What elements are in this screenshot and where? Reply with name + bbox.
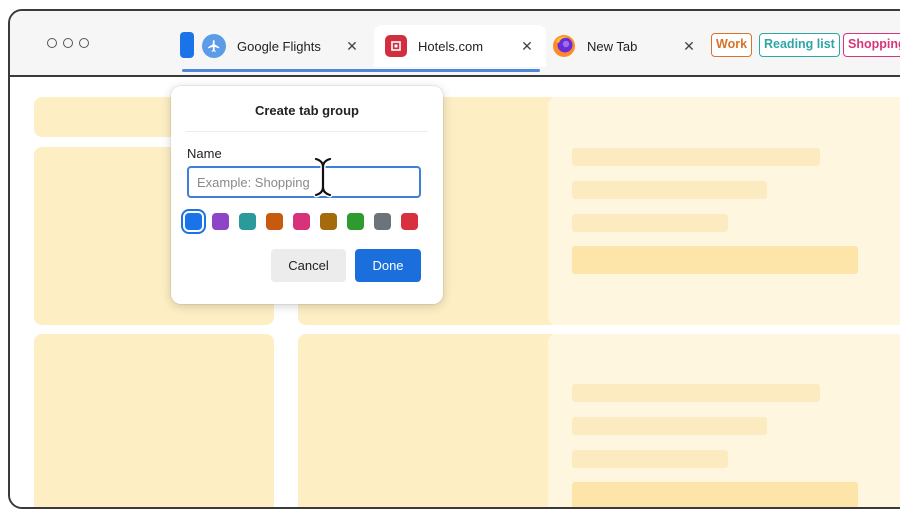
tab-title: Google Flights bbox=[237, 38, 321, 54]
placeholder-line bbox=[572, 417, 767, 435]
maximize-window-button[interactable] bbox=[79, 38, 89, 48]
color-swatch-teal[interactable] bbox=[239, 213, 256, 230]
placeholder-line bbox=[572, 214, 728, 232]
close-tab-icon[interactable]: ✕ bbox=[519, 38, 535, 55]
placeholder-line bbox=[572, 384, 820, 402]
cancel-button[interactable]: Cancel bbox=[271, 249, 346, 282]
tab-group-work[interactable]: Work bbox=[711, 33, 753, 57]
placeholder-block bbox=[34, 334, 274, 507]
color-swatch-pink[interactable] bbox=[293, 213, 310, 230]
tab-group-underline bbox=[182, 69, 540, 72]
color-swatch-blue[interactable] bbox=[181, 209, 206, 234]
tab-bar: Google Flights ✕ Hotels.com ✕ New Tab ✕ bbox=[10, 11, 900, 77]
close-window-button[interactable] bbox=[47, 38, 57, 48]
color-picker bbox=[181, 209, 418, 234]
close-tab-icon[interactable]: ✕ bbox=[681, 38, 697, 55]
divider bbox=[186, 131, 428, 132]
create-tab-group-dialog: Create tab group Name Cancel Done bbox=[171, 86, 443, 304]
window-controls bbox=[47, 38, 89, 48]
color-swatch-red[interactable] bbox=[401, 213, 418, 230]
tab-group-indicator[interactable] bbox=[180, 32, 194, 58]
google-flights-icon bbox=[202, 34, 226, 58]
color-swatch-orange[interactable] bbox=[266, 213, 283, 230]
tab-new-tab[interactable]: New Tab ✕ bbox=[552, 25, 702, 67]
placeholder-line bbox=[572, 450, 728, 468]
text-cursor-icon bbox=[313, 156, 333, 198]
placeholder-line bbox=[572, 181, 767, 199]
tab-title: Hotels.com bbox=[418, 38, 484, 54]
placeholder-line bbox=[572, 148, 820, 166]
placeholder-block bbox=[548, 97, 900, 325]
tab-title: New Tab bbox=[587, 38, 638, 54]
group-name-input[interactable] bbox=[187, 166, 421, 198]
color-swatch-brown[interactable] bbox=[320, 213, 337, 230]
tab-group-reading-list[interactable]: Reading list bbox=[759, 33, 840, 57]
color-swatch-green[interactable] bbox=[347, 213, 364, 230]
tab-google-flights[interactable]: Google Flights ✕ bbox=[202, 25, 372, 67]
color-swatch-gray[interactable] bbox=[374, 213, 391, 230]
color-swatch-purple[interactable] bbox=[212, 213, 229, 230]
placeholder-line bbox=[572, 246, 858, 274]
placeholder-line bbox=[572, 482, 858, 507]
tab-group-shopping[interactable]: Shopping bbox=[843, 33, 900, 57]
name-label: Name bbox=[187, 146, 222, 161]
hotels-com-icon bbox=[385, 35, 407, 57]
minimize-window-button[interactable] bbox=[63, 38, 73, 48]
placeholder-block bbox=[298, 334, 558, 507]
close-tab-icon[interactable]: ✕ bbox=[344, 38, 360, 55]
firefox-icon bbox=[552, 34, 576, 58]
done-button[interactable]: Done bbox=[355, 249, 421, 282]
browser-window: Google Flights ✕ Hotels.com ✕ New Tab ✕ bbox=[8, 9, 900, 509]
page-content bbox=[10, 77, 900, 507]
dialog-title: Create tab group bbox=[254, 103, 359, 118]
tab-hotels-com[interactable]: Hotels.com ✕ bbox=[374, 25, 546, 67]
